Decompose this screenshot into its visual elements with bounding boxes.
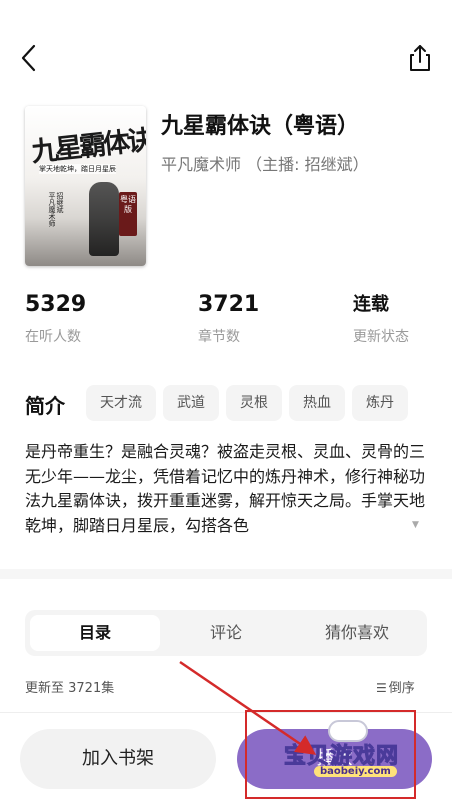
section-divider bbox=[0, 569, 452, 579]
back-button[interactable] bbox=[16, 42, 44, 74]
cover-anchor: 招继斌 bbox=[56, 192, 64, 213]
play-button[interactable]: 播放 bbox=[237, 729, 432, 789]
intro-heading: 简介 bbox=[25, 394, 65, 418]
cover-badge: 粤语版 bbox=[119, 192, 137, 236]
tag-list: 天才流 武道 灵根 热血 炼丹 bbox=[86, 385, 426, 421]
tag-chip[interactable]: 热血 bbox=[289, 385, 345, 421]
stat-value: 3721 bbox=[198, 292, 260, 317]
top-bar bbox=[0, 30, 452, 86]
stat-value: 连载 bbox=[353, 294, 389, 315]
tag-chip[interactable]: 炼丹 bbox=[352, 385, 408, 421]
book-cover[interactable]: 九星霸体诀 掌天地乾坤，踏日月星辰 平凡魔术师 招继斌 粤语版 bbox=[25, 106, 146, 266]
tab-bar: 目录 评论 猜你喜欢 bbox=[25, 610, 427, 656]
sort-icon: ☰ bbox=[376, 681, 387, 695]
stat-value: 5329 bbox=[25, 292, 87, 317]
tag-chip[interactable]: 天才流 bbox=[86, 385, 156, 421]
sort-button[interactable]: ☰ 倒序 bbox=[376, 677, 415, 696]
stat-chapters: 3721 章节数 bbox=[198, 292, 259, 346]
cover-subtitle: 掌天地乾坤，踏日月星辰 bbox=[39, 164, 116, 174]
tab-catalog[interactable]: 目录 bbox=[30, 615, 160, 651]
add-to-shelf-button[interactable]: 加入书架 bbox=[20, 729, 216, 789]
stat-label: 在听人数 bbox=[25, 329, 81, 345]
stat-listeners: 5329 在听人数 bbox=[25, 292, 86, 346]
tab-comments[interactable]: 评论 bbox=[161, 615, 291, 651]
stat-label: 更新状态 bbox=[353, 329, 409, 345]
stat-status: 连载 更新状态 bbox=[353, 292, 409, 346]
book-author-line: 平凡魔术师 （主播: 招继斌） bbox=[161, 155, 369, 174]
book-title: 九星霸体诀（粤语） bbox=[161, 114, 360, 139]
book-description: 是丹帝重生？是融合灵魂？被盗走灵根、灵血、灵骨的三无少年——龙尘，凭借着记忆中的… bbox=[25, 442, 426, 535]
tag-chip[interactable]: 灵根 bbox=[226, 385, 282, 421]
update-status: 更新至 3721集 bbox=[25, 681, 115, 696]
triangle-down-icon[interactable]: ▼ bbox=[412, 520, 419, 530]
bottom-separator bbox=[0, 712, 452, 713]
share-icon bbox=[410, 45, 430, 71]
cover-title: 九星霸体诀 bbox=[30, 124, 146, 169]
chevron-left-icon bbox=[21, 44, 36, 72]
tag-chip[interactable]: 武道 bbox=[163, 385, 219, 421]
sort-label: 倒序 bbox=[388, 681, 415, 696]
stat-label: 章节数 bbox=[198, 329, 240, 345]
cover-figure bbox=[89, 182, 119, 256]
tab-recommend[interactable]: 猜你喜欢 bbox=[292, 615, 422, 651]
share-button[interactable] bbox=[406, 42, 434, 74]
